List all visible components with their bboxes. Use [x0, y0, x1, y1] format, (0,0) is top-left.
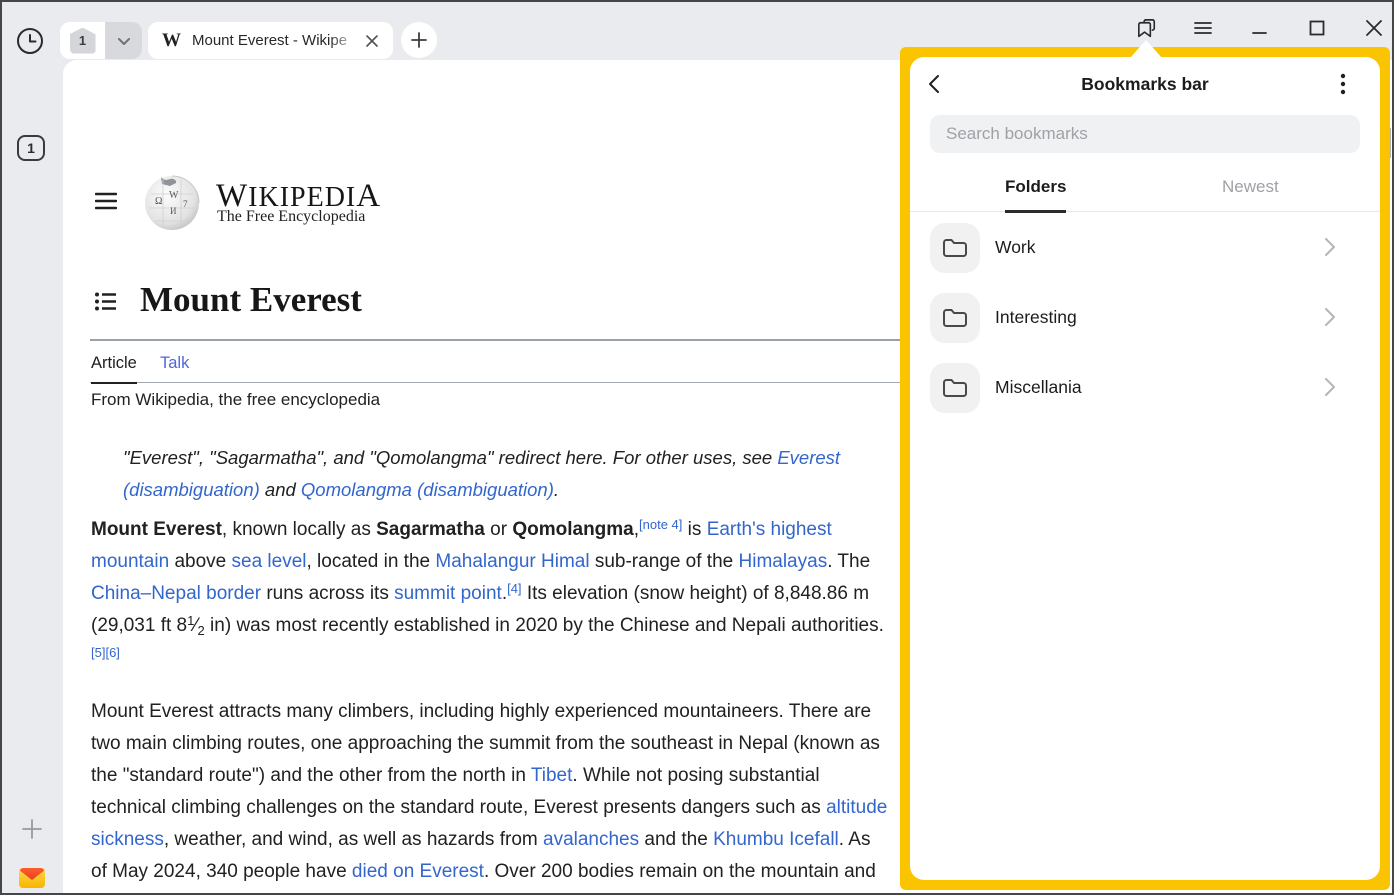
- maximize-icon[interactable]: [1305, 16, 1329, 40]
- tab-title: Mount Everest - Wikipe: [192, 32, 360, 49]
- new-tab-button[interactable]: [401, 22, 437, 58]
- svg-text:Ω: Ω: [155, 196, 162, 207]
- sidebar-tab-counter[interactable]: 1: [17, 135, 45, 161]
- chevron-down-icon[interactable]: [105, 22, 142, 59]
- folder-label: Work: [995, 237, 1036, 258]
- chevron-right-icon: [1324, 237, 1342, 257]
- menu-icon[interactable]: [1191, 16, 1215, 40]
- browser-tab-mount-everest[interactable]: W Mount Everest - Wikipe: [148, 22, 393, 59]
- folder-icon: [930, 363, 980, 413]
- sidebar-add-icon[interactable]: [21, 818, 43, 840]
- folder-icon: [930, 223, 980, 273]
- panel-tab-newest[interactable]: Newest: [1222, 177, 1279, 197]
- folder-row-miscellania[interactable]: Miscellania: [910, 353, 1380, 423]
- left-sidebar: 1: [0, 60, 63, 895]
- wikipedia-tagline: The Free Encyclopedia: [217, 208, 365, 226]
- tab-close-icon[interactable]: [362, 31, 382, 51]
- close-window-icon[interactable]: [1362, 16, 1386, 40]
- bookmarks-panel-icon[interactable]: [1134, 16, 1158, 40]
- folder-label: Interesting: [995, 307, 1077, 328]
- chevron-right-icon: [1324, 377, 1342, 397]
- panel-tab-folders[interactable]: Folders: [1005, 177, 1066, 213]
- bookmarks-panel-header: Bookmarks bar: [910, 57, 1380, 111]
- wikipedia-globe-logo[interactable]: Ω W И 7: [143, 174, 201, 232]
- tab-talk[interactable]: Talk: [160, 354, 189, 373]
- folder-row-work[interactable]: Work: [910, 213, 1380, 283]
- article-title: Mount Everest: [140, 280, 362, 320]
- panel-kebab-icon[interactable]: [1340, 73, 1360, 95]
- folder-row-interesting[interactable]: Interesting: [910, 283, 1380, 353]
- toc-list-icon[interactable]: [95, 292, 116, 311]
- window-controls: [1134, 10, 1386, 46]
- bookmarks-panel: Bookmarks bar Folders Newest Work Intere…: [910, 57, 1380, 880]
- article-subtitle: From Wikipedia, the free encyclopedia: [91, 390, 380, 410]
- article-paragraph-1: Mount Everest, known locally as Sagarmat…: [91, 514, 891, 674]
- article-paragraph-2: Mount Everest attracts many climbers, in…: [91, 696, 891, 895]
- wikipedia-favicon: W: [162, 30, 181, 52]
- history-clock-icon[interactable]: [16, 27, 44, 55]
- chevron-right-icon: [1324, 307, 1342, 327]
- mail-icon[interactable]: [17, 863, 47, 893]
- tab-group-count[interactable]: 1: [60, 22, 105, 59]
- wiki-menu-icon[interactable]: [95, 192, 117, 210]
- panel-title: Bookmarks bar: [910, 74, 1380, 95]
- svg-text:W: W: [169, 190, 179, 201]
- svg-text:7: 7: [183, 199, 188, 209]
- tab-group-badge: 1: [70, 28, 96, 54]
- search-bookmarks-input[interactable]: [930, 115, 1360, 153]
- tab-article[interactable]: Article: [91, 354, 137, 384]
- panel-back-icon[interactable]: [924, 73, 946, 95]
- hatnote: "Everest", "Sagarmatha", and "Qomolangma…: [123, 442, 973, 506]
- tab-group-control[interactable]: 1: [60, 22, 142, 59]
- folder-icon: [930, 293, 980, 343]
- folder-label: Miscellania: [995, 377, 1082, 398]
- svg-text:И: И: [170, 206, 177, 216]
- panel-tabs: Folders Newest: [910, 165, 1380, 212]
- minimize-icon[interactable]: [1248, 16, 1272, 40]
- folder-list: Work Interesting Miscellania: [910, 213, 1380, 423]
